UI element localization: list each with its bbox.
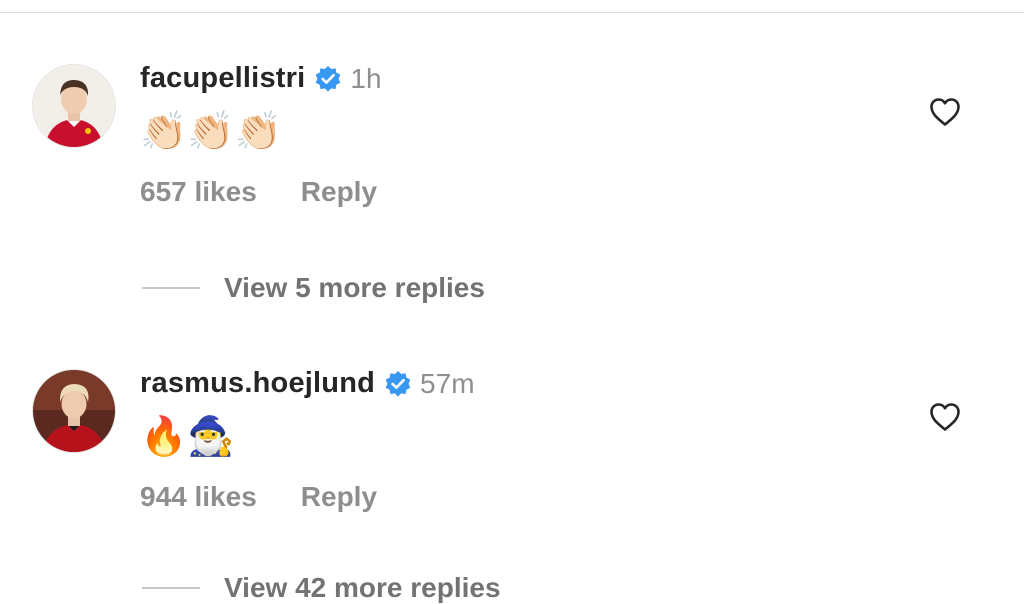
view-more-replies-button[interactable]: View 42 more replies	[142, 572, 501, 604]
comment-header: rasmus.hoejlund 57m	[140, 367, 475, 400]
avatar[interactable]	[32, 369, 116, 453]
comment-text: 👏🏻👏🏻👏🏻	[140, 109, 282, 153]
comment-timestamp: 57m	[420, 367, 475, 399]
reply-button[interactable]: Reply	[301, 481, 377, 513]
verified-badge-icon	[384, 370, 412, 398]
replies-divider-line	[142, 587, 200, 589]
comment-header: facupellistri 1h	[140, 62, 382, 95]
heart-icon[interactable]	[929, 97, 961, 127]
comment-username[interactable]: rasmus.hoejlund	[140, 367, 375, 400]
top-divider	[0, 12, 1024, 13]
verified-badge-icon	[314, 65, 342, 93]
reply-button[interactable]: Reply	[301, 176, 377, 208]
comment-actions: 944 likes Reply	[140, 481, 377, 513]
view-more-replies-button[interactable]: View 5 more replies	[142, 272, 485, 304]
likes-count[interactable]: 657 likes	[140, 176, 257, 208]
heart-icon[interactable]	[929, 402, 961, 432]
avatar[interactable]	[32, 64, 116, 148]
likes-count[interactable]: 944 likes	[140, 481, 257, 513]
replies-divider-line	[142, 287, 200, 289]
comment-text: 🔥🧙‍♂️	[140, 414, 235, 458]
comment-timestamp: 1h	[350, 62, 382, 94]
comment-username[interactable]: facupellistri	[140, 62, 305, 95]
comment-actions: 657 likes Reply	[140, 176, 377, 208]
view-more-replies-label: View 5 more replies	[224, 272, 485, 303]
view-more-replies-label: View 42 more replies	[224, 572, 501, 603]
